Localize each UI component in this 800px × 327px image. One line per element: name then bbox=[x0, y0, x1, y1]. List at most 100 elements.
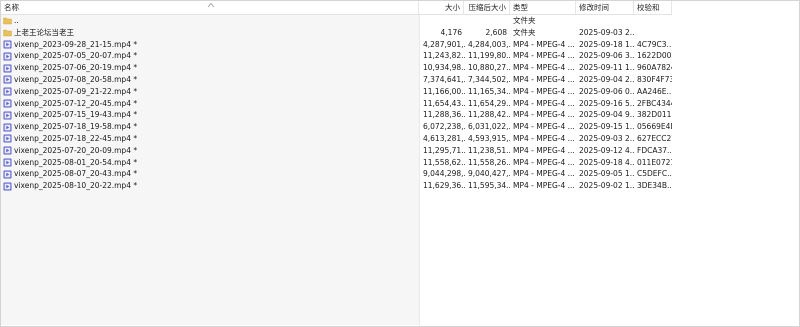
file-size: 11,288,36... bbox=[423, 110, 465, 120]
file-checksum bbox=[634, 15, 672, 27]
file-checksum: 2FBC4344 bbox=[637, 98, 672, 108]
file-modified: 2025-09-05 1... bbox=[579, 169, 634, 179]
file-row[interactable]: vixenp_2025-07-08_20-58.mp4 * 7,374,641,.… bbox=[1, 74, 672, 86]
file-packed-size: 10,880,27... bbox=[468, 63, 510, 73]
file-type: MP4 - MPEG-4 ... bbox=[513, 110, 575, 120]
file-row[interactable]: vixenp_2025-07-15_19-43.mp4 * 11,288,36..… bbox=[1, 109, 672, 121]
file-name-cell[interactable]: vixenp_2025-07-05_20-07.mp4 * bbox=[1, 50, 419, 62]
video-file-icon bbox=[3, 134, 12, 143]
file-checksum: 05669E4D bbox=[637, 122, 672, 132]
file-modified: 2025-09-18 1... bbox=[579, 39, 634, 49]
file-checksum: 011E0721 bbox=[637, 157, 672, 167]
file-size: 11,558,62... bbox=[423, 157, 465, 167]
file-checksum: FDCA37... bbox=[637, 145, 672, 155]
file-size: 9,044,298,... bbox=[423, 169, 465, 179]
file-size: 11,243,82... bbox=[423, 51, 465, 61]
file-checksum: 627ECC27 bbox=[637, 134, 672, 143]
column-header-size[interactable]: 大小 bbox=[419, 1, 464, 14]
file-row[interactable]: vixenp_2025-08-01_20-54.mp4 * 11,558,62..… bbox=[1, 157, 672, 169]
file-packed-size: 6,031,022,... bbox=[468, 122, 510, 132]
file-name-cell[interactable]: vixenp_2025-07-18_22-45.mp4 * bbox=[1, 133, 419, 145]
file-checksum: AA246E... bbox=[637, 86, 672, 96]
file-name: vixenp_2025-07-08_20-58.mp4 * bbox=[14, 75, 138, 84]
file-packed-size: 11,165,34... bbox=[468, 86, 510, 96]
file-name: vixenp_2025-07-09_21-22.mp4 * bbox=[14, 86, 138, 96]
file-packed-size bbox=[465, 15, 510, 27]
file-name-cell[interactable]: vixenp_2025-07-18_19-58.mp4 * bbox=[1, 121, 419, 133]
file-type: MP4 - MPEG-4 ... bbox=[513, 169, 575, 179]
file-size: 4,613,281,... bbox=[423, 134, 465, 143]
file-type: MP4 - MPEG-4 ... bbox=[513, 181, 575, 191]
file-modified: 2025-09-06 3... bbox=[579, 51, 634, 61]
file-row[interactable]: vixenp_2025-07-06_20-19.mp4 * 10,934,98..… bbox=[1, 62, 672, 74]
file-type: MP4 - MPEG-4 ... bbox=[513, 134, 575, 143]
file-name-cell[interactable]: vixenp_2025-07-08_20-58.mp4 * bbox=[1, 74, 419, 86]
file-size: 11,629,36... bbox=[423, 181, 465, 191]
file-type: MP4 - MPEG-4 ... bbox=[513, 98, 575, 108]
file-name-cell[interactable]: vixenp_2023-09-28_21-15.mp4 * bbox=[1, 39, 419, 51]
file-name: vixenp_2025-08-01_20-54.mp4 * bbox=[14, 157, 138, 167]
file-modified bbox=[576, 15, 634, 27]
file-size: 4,287,901,... bbox=[423, 39, 465, 49]
file-name: vixenp_2025-07-20_20-09.mp4 * bbox=[14, 145, 138, 155]
file-checksum: 1622D001 bbox=[637, 51, 672, 61]
file-packed-size: 11,288,42... bbox=[468, 110, 510, 120]
file-name-cell[interactable]: vixenp_2025-07-06_20-19.mp4 * bbox=[1, 62, 419, 74]
file-name-cell[interactable]: vixenp_2025-08-10_20-22.mp4 * bbox=[1, 180, 419, 192]
video-file-icon bbox=[3, 111, 12, 120]
file-modified: 2025-09-18 4... bbox=[579, 157, 634, 167]
sort-ascending-icon bbox=[207, 2, 215, 8]
file-row[interactable]: vixenp_2025-07-18_22-45.mp4 * 4,613,281,.… bbox=[1, 133, 672, 145]
file-row[interactable]: vixenp_2023-09-28_21-15.mp4 * 4,287,901,.… bbox=[1, 39, 672, 51]
file-type: MP4 - MPEG-4 ... bbox=[513, 51, 575, 61]
file-modified: 2025-09-03 2... bbox=[579, 27, 634, 37]
file-name-cell[interactable]: vixenp_2025-07-20_20-09.mp4 * bbox=[1, 145, 419, 157]
file-size bbox=[420, 15, 465, 27]
video-file-icon bbox=[3, 52, 12, 61]
file-type: MP4 - MPEG-4 ... bbox=[513, 122, 575, 132]
file-packed-size: 4,593,915,... bbox=[468, 134, 510, 143]
video-file-icon bbox=[3, 87, 12, 96]
video-file-icon bbox=[3, 170, 12, 179]
file-type: MP4 - MPEG-4 ... bbox=[513, 75, 575, 84]
file-size: 10,934,98... bbox=[423, 63, 465, 73]
column-header-checksum[interactable]: 校验和 bbox=[634, 1, 672, 14]
file-checksum: 830F4F73 bbox=[637, 75, 672, 84]
file-type: MP4 - MPEG-4 ... bbox=[513, 145, 575, 155]
file-name-cell[interactable]: vixenp_2025-07-12_20-45.mp4 * bbox=[1, 98, 419, 110]
file-name: vixenp_2025-07-15_19-43.mp4 * bbox=[14, 110, 138, 120]
video-file-icon bbox=[3, 146, 12, 155]
file-row[interactable]: vixenp_2025-08-07_20-43.mp4 * 9,044,298,.… bbox=[1, 168, 672, 180]
file-row[interactable]: vixenp_2025-07-12_20-45.mp4 * 11,654,43..… bbox=[1, 98, 672, 110]
file-modified: 2025-09-04 9... bbox=[579, 110, 634, 120]
file-name-cell[interactable]: .. bbox=[1, 15, 419, 27]
file-name-cell[interactable]: vixenp_2025-07-09_21-22.mp4 * bbox=[1, 86, 419, 98]
file-type: MP4 - MPEG-4 ... bbox=[513, 157, 575, 167]
file-name: vixenp_2025-07-12_20-45.mp4 * bbox=[14, 98, 138, 108]
file-checksum bbox=[634, 27, 672, 39]
file-type: MP4 - MPEG-4 ... bbox=[513, 86, 575, 96]
file-size: 11,166,00... bbox=[423, 86, 465, 96]
file-name-cell[interactable]: vixenp_2025-07-15_19-43.mp4 * bbox=[1, 109, 419, 121]
file-checksum: 4C79C3... bbox=[637, 39, 672, 49]
file-modified: 2025-09-04 2... bbox=[579, 75, 634, 84]
column-header-modified[interactable]: 修改时间 bbox=[576, 1, 634, 14]
file-row[interactable]: vixenp_2025-08-10_20-22.mp4 * 11,629,36..… bbox=[1, 180, 672, 192]
column-header-packed-size[interactable]: 压缩后大小 bbox=[464, 1, 510, 14]
file-row[interactable]: vixenp_2025-07-05_20-07.mp4 * 11,243,82..… bbox=[1, 50, 672, 62]
file-row[interactable]: vixenp_2025-07-09_21-22.mp4 * 11,166,00..… bbox=[1, 86, 672, 98]
video-file-icon bbox=[3, 75, 12, 84]
file-name: vixenp_2025-07-06_20-19.mp4 * bbox=[14, 63, 138, 73]
file-row[interactable]: vixenp_2025-07-18_19-58.mp4 * 6,072,238,.… bbox=[1, 121, 672, 133]
file-packed-size: 7,344,502,... bbox=[468, 75, 510, 84]
file-checksum: 960A7824 bbox=[637, 63, 672, 73]
folder-icon bbox=[3, 28, 12, 37]
file-name-cell[interactable]: vixenp_2025-08-01_20-54.mp4 * bbox=[1, 157, 419, 169]
column-header-type[interactable]: 类型 bbox=[510, 1, 576, 14]
file-size: 6,072,238,... bbox=[423, 122, 465, 132]
file-row[interactable]: vixenp_2025-07-20_20-09.mp4 * 11,295,71..… bbox=[1, 145, 672, 157]
file-name-cell[interactable]: 上老王论坛当老王 bbox=[1, 27, 419, 39]
file-row[interactable]: 上老王论坛当老王 4,176 2,608 文件夹 2025-09-03 2... bbox=[1, 27, 672, 39]
file-row[interactable]: .. 文件夹 bbox=[1, 15, 672, 27]
file-name-cell[interactable]: vixenp_2025-08-07_20-43.mp4 * bbox=[1, 168, 419, 180]
